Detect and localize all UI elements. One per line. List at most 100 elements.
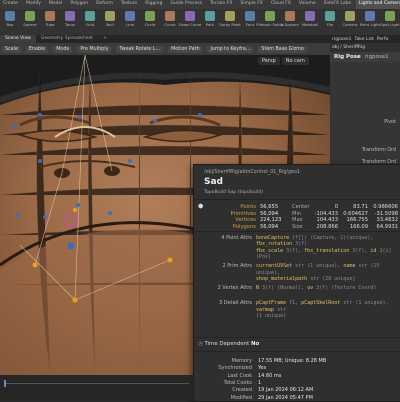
persp-button[interactable]: Persp	[258, 57, 280, 65]
shelf-tool-button[interactable]: Box	[0, 9, 20, 35]
shelf-tool-button[interactable]: Path	[200, 9, 220, 35]
shelf-tool-button[interactable]: Platonic Solids	[256, 9, 284, 35]
attr-line: shop_materialpath str (20 unique)	[256, 276, 396, 282]
shelf-tool-button[interactable]: Circle	[140, 9, 160, 35]
viewport-tool-button[interactable]: Scale	[2, 45, 21, 53]
attr-group-values: pCaptFrame f1, pCaptSkelRoot str (1 uniq…	[256, 300, 396, 319]
tool-label: Metaball	[301, 22, 319, 27]
attr-token: 3(f),	[349, 247, 371, 254]
shelf-tab[interactable]: Modify	[23, 0, 44, 9]
bounds-label: Center	[292, 204, 310, 210]
network-path[interactable]: obj / SheriffRig	[330, 43, 400, 52]
shelf-tool-button[interactable]: Point Light	[360, 9, 380, 35]
attr-group-values: currentUVSet str (1 unique), name str (1…	[256, 263, 396, 282]
geometry-icon: ⬢	[198, 203, 204, 210]
tool-label: Grid	[86, 22, 94, 27]
attr-token: str	[274, 306, 287, 313]
pane-tab[interactable]: Scene View	[0, 35, 36, 43]
shelf-tab[interactable]: Polygon	[67, 0, 91, 9]
tool-label: Null	[106, 22, 114, 27]
tool-icon	[65, 11, 75, 21]
stat-value: 56,094	[260, 223, 279, 230]
attr-token: 3(f),	[283, 247, 305, 254]
tool-icon	[145, 11, 155, 21]
right-panel-tab[interactable]: Take List	[355, 37, 374, 42]
shelf-tab[interactable]: Terrain FX	[207, 0, 235, 9]
playhead[interactable]	[4, 380, 6, 387]
parameter-tabs: rigpose1 Take List Perfo	[330, 35, 400, 43]
shelf-tab[interactable]: Guide Process	[167, 0, 205, 9]
shelf-tab[interactable]: Lights and Cameras	[355, 0, 400, 9]
viewport-toolbar: Scale Enable Mode Pre Multiply Tweak Rotate …	[0, 43, 332, 55]
viewport-tool-button[interactable]: Stem Base Gizmo	[258, 45, 307, 53]
tool-icon	[165, 11, 175, 21]
stat-label: Primitives	[230, 210, 256, 217]
path-label: obj / SheriffRig	[332, 45, 366, 50]
viewport-tool-button[interactable]: Enable	[25, 45, 49, 53]
tool-icon	[225, 11, 235, 21]
attr-line: (1 unique)	[256, 313, 396, 319]
tool-icon	[325, 11, 335, 21]
shelf-tab[interactable]: Cloud FX	[268, 0, 294, 9]
info-label: Total Cooks	[223, 379, 252, 386]
viewport-tool-button[interactable]: Jump to Keyfra...	[207, 45, 254, 53]
shelf-tool-button[interactable]: Spot Light	[380, 9, 400, 35]
shelf-tool-button[interactable]: Curve	[160, 9, 180, 35]
attr-token: name	[343, 263, 356, 270]
shelf-tool-button[interactable]: Grid	[80, 9, 100, 35]
attr-line: pCaptFrame f1, pCaptSkelRoot str (1 uniq…	[256, 300, 396, 313]
shelf-tool-button[interactable]: Null	[100, 9, 120, 35]
right-panel-tab[interactable]: Perfo	[377, 37, 389, 42]
tool-icon	[265, 11, 275, 21]
bounds-value: 166.09	[349, 223, 368, 230]
param-label-transform-order: Transform Ord	[361, 148, 396, 153]
shelf-tool-button[interactable]: Torus	[60, 9, 80, 35]
stat-label: Vertices	[235, 217, 256, 223]
attr-token: 3(f)	[292, 241, 308, 248]
shelf-tab[interactable]: Simple FX	[237, 0, 265, 9]
bounds-value: 0	[334, 204, 338, 210]
shelf-tab[interactable]: Rigging	[142, 0, 165, 9]
shelf-tool-button[interactable]: Tube	[40, 9, 60, 35]
timeline[interactable]	[0, 375, 193, 400]
attr-token: 3(f) (Normal),	[259, 285, 308, 291]
shelf-tool-button[interactable]: Metaball	[300, 9, 320, 35]
attr-token: str (20 unique)	[307, 276, 356, 282]
shelf-tab[interactable]: Deform	[93, 0, 116, 9]
shelf-tab[interactable]: Model	[46, 0, 66, 9]
shelf-tab[interactable]: Texture	[118, 0, 140, 9]
shelf-tool-button[interactable]: File	[320, 9, 340, 35]
viewport-tool-button[interactable]: Tweak Rotate L...	[116, 45, 164, 53]
attr-line: fbx_scale 3(f), fbx_translation 3(f), id…	[256, 248, 396, 254]
tool-icon	[305, 11, 315, 21]
pane-tabs: Scene View Geometry Spreadsheet +	[0, 35, 330, 43]
bounds-value: 0.986606	[373, 204, 398, 210]
timeline-track[interactable]	[4, 383, 189, 384]
stat-value: 224,123	[260, 217, 282, 223]
right-panel-tab[interactable]: rigpose1	[332, 37, 352, 42]
shelf-tool-button[interactable]: Draw Curve	[179, 9, 201, 35]
tool-icon	[85, 11, 95, 21]
shelf-tab[interactable]: SideFX Labs	[321, 0, 354, 9]
pane-tab[interactable]: Geometry Spreadsheet	[36, 35, 98, 43]
shelf-tool-button[interactable]: Sphere	[20, 9, 40, 35]
attr-group-values: boneCapture (f[]) (Capture, 2)(unique), …	[256, 235, 396, 261]
shelf-tool-button[interactable]: Camera	[340, 9, 360, 35]
pane-tab[interactable]: +	[98, 35, 112, 43]
bounds-value: -104.433	[314, 210, 338, 217]
camera-button[interactable]: No cam	[281, 57, 309, 65]
viewport-tool-button[interactable]: Motion Path	[168, 45, 203, 53]
tool-label: Circle	[144, 22, 156, 27]
divider	[194, 199, 400, 200]
shelf-tab[interactable]: Volume	[296, 0, 319, 9]
shelf-tool-button[interactable]: L-System	[280, 9, 300, 35]
shelf-tool-button[interactable]: Line	[120, 9, 140, 35]
viewport-tool-button[interactable]: Mode	[53, 45, 73, 53]
shelf-tab[interactable]: Create	[0, 0, 21, 9]
viewport-tool-button[interactable]: Pre Multiply	[77, 45, 112, 53]
node-path: /obj/SheriffRig/abtnControl_01_Rig/geo1	[204, 170, 300, 175]
tool-icon	[5, 11, 15, 21]
divider	[194, 337, 400, 338]
attr-token: fbx_rotation	[256, 241, 293, 248]
shelf-tool-button[interactable]: Spray Paint	[219, 9, 241, 35]
